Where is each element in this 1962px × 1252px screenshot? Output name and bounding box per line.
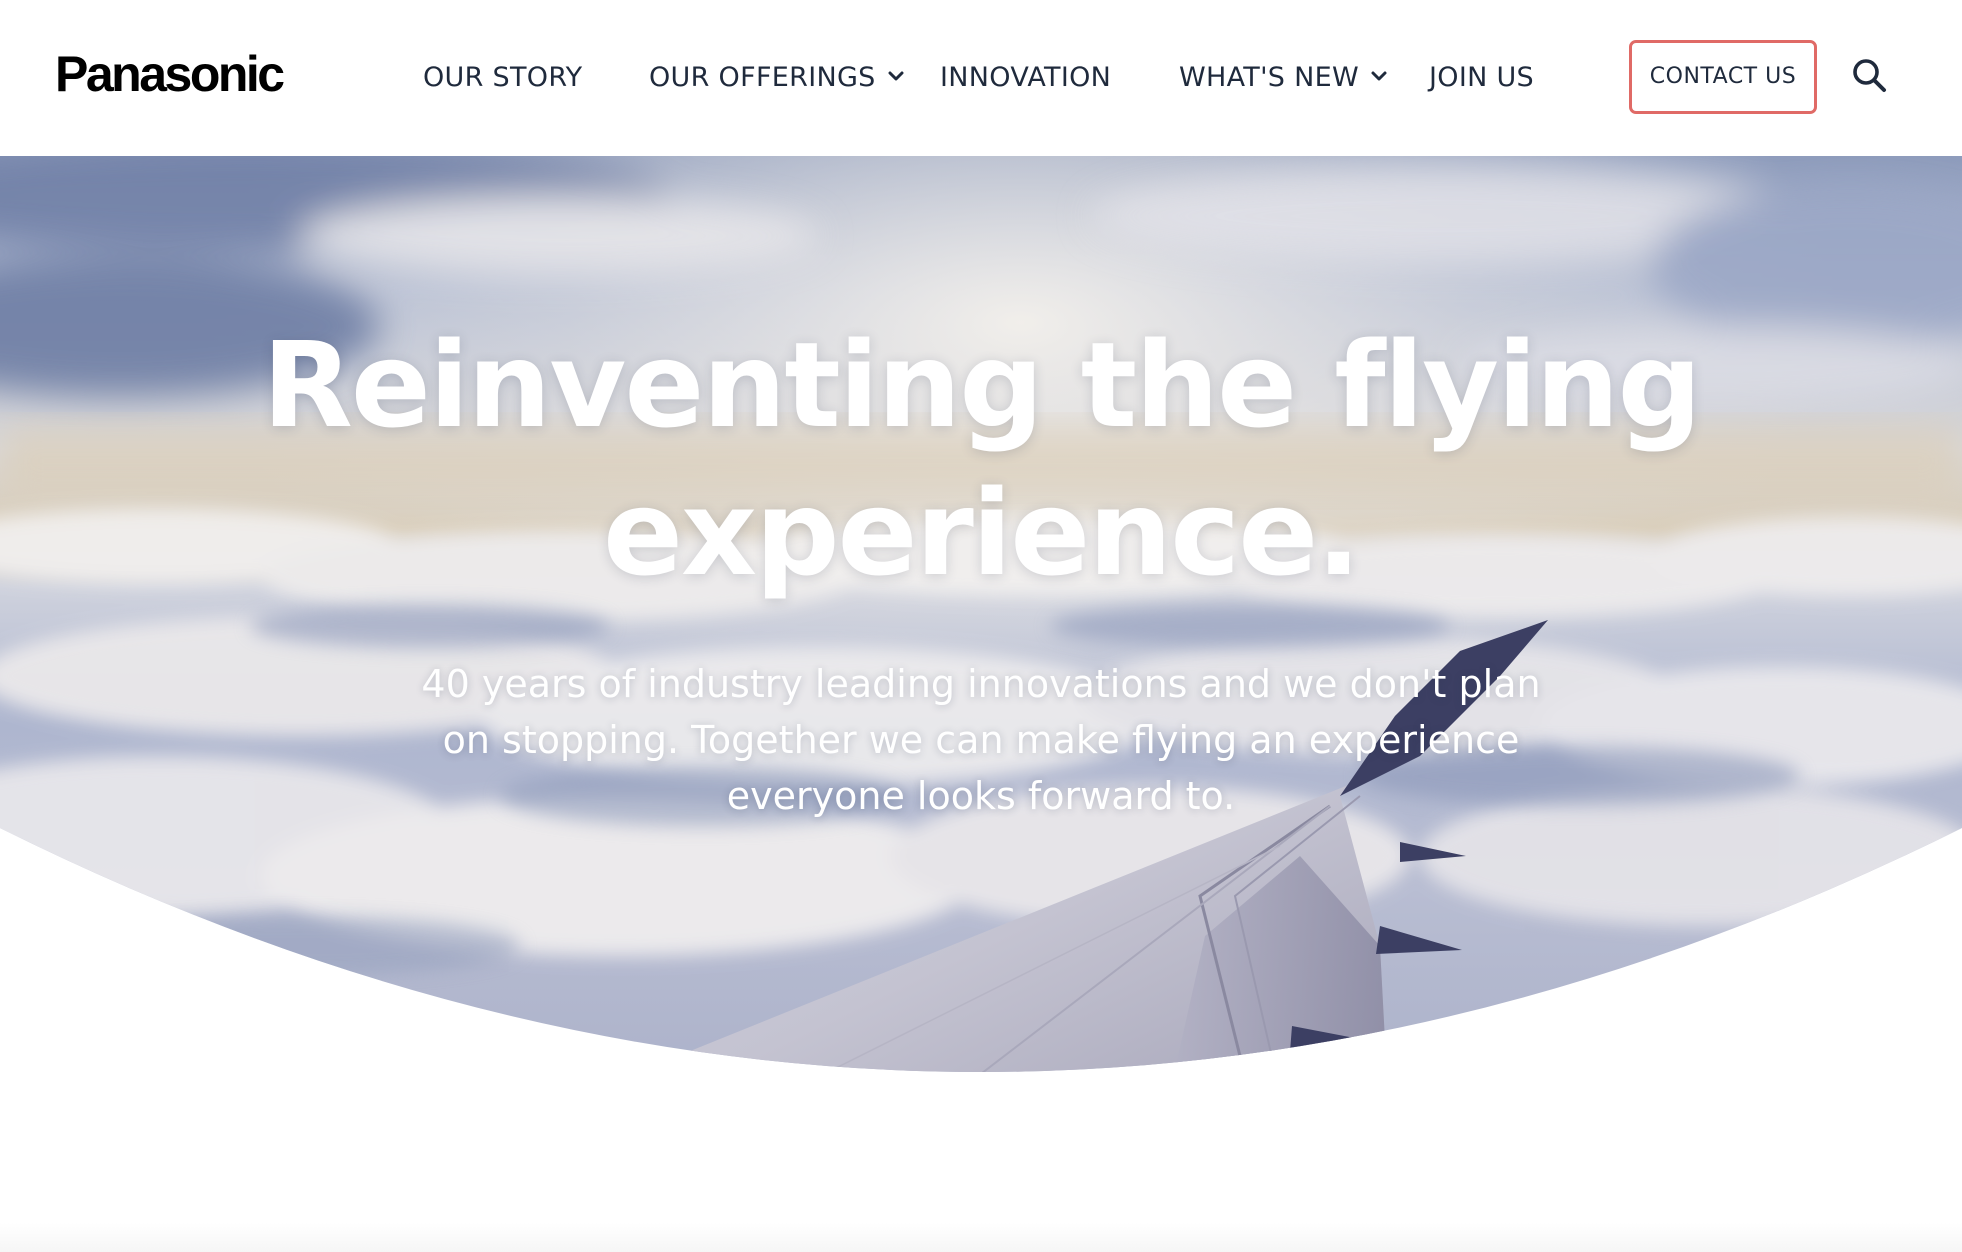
hero-subtitle: 40 years of industry leading innovations… bbox=[421, 662, 1541, 818]
section-divider bbox=[0, 1222, 1962, 1252]
nav-our-story[interactable]: OUR STORY bbox=[423, 56, 582, 100]
panasonic-logo[interactable]: Panasonic bbox=[55, 44, 285, 104]
nav-innovation[interactable]: INNOVATION bbox=[940, 56, 1111, 100]
nav-our-offerings-label: OUR OFFERINGS bbox=[649, 62, 876, 93]
nav-our-offerings[interactable]: OUR OFFERINGS bbox=[649, 56, 906, 100]
search-button[interactable] bbox=[1850, 56, 1890, 96]
nav-join-us-label: JOIN US bbox=[1429, 62, 1534, 93]
hero-title-line-1: Reinventing the flying bbox=[262, 316, 1702, 454]
chevron-down-icon bbox=[1371, 71, 1387, 80]
search-icon bbox=[1853, 59, 1886, 92]
nav-whats-new[interactable]: WHAT'S NEW bbox=[1179, 56, 1389, 100]
hero-image bbox=[0, 156, 1962, 1072]
site-header: Panasonic OUR STORY OUR OFFERINGS INNOVA… bbox=[0, 0, 1962, 156]
nav-join-us[interactable]: JOIN US bbox=[1429, 56, 1534, 100]
hero-title-line-2: experience. bbox=[602, 464, 1361, 602]
hero-title: Reinventing the flying experience. bbox=[0, 311, 1962, 607]
nav-our-story-label: OUR STORY bbox=[423, 62, 583, 93]
nav-innovation-label: INNOVATION bbox=[940, 62, 1112, 93]
contact-us-button[interactable]: CONTACT US bbox=[1629, 40, 1817, 114]
hero-section: Reinventing the flying experience. 40 ye… bbox=[0, 156, 1962, 1136]
chevron-down-icon bbox=[888, 71, 904, 80]
nav-whats-new-label: WHAT'S NEW bbox=[1179, 62, 1359, 93]
